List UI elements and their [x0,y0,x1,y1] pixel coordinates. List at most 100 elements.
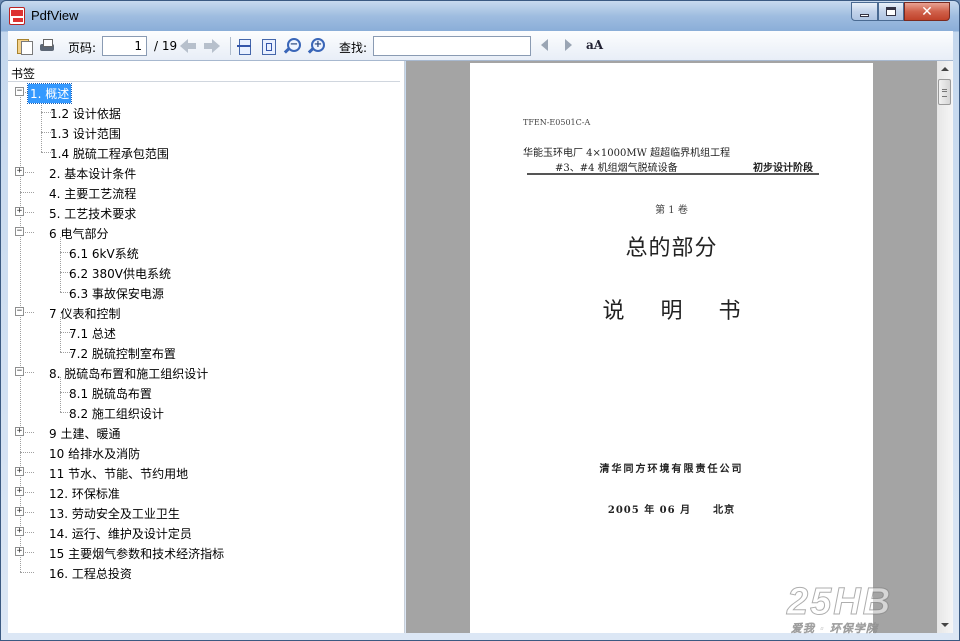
doc-phase: 初步设计阶段 [753,163,813,174]
doc-title: 总的部分 [625,236,718,261]
bookmark-label: 1.3 设计范围 [50,127,121,141]
expand-icon[interactable]: + [15,467,24,476]
bookmark-item[interactable]: −1. 概述 [8,82,398,104]
bookmark-item[interactable]: 4. 主要工艺流程 [8,182,398,202]
bookmark-item[interactable]: +9 土建、暖通 [8,422,398,442]
bookmark-item[interactable]: 1.4 脱硫工程承包范围 [8,142,398,162]
bookmark-item[interactable]: − 8. 脱硫岛布置和施工组织设计 [8,362,398,382]
document-viewer[interactable]: TFEN-E0501C-A 华能玉环电厂 4×1000MW 超超临界机组工程 #… [406,61,937,633]
bookmark-item[interactable]: − 7 仪表和控制 [8,302,398,322]
bookmark-item[interactable]: +13. 劳动安全及工业卫生 [8,502,398,522]
doc-project-line2: #3、#4 机组烟气脱硫设备 [555,163,678,174]
bookmark-label: 1.2 设计依据 [50,107,121,121]
bookmark-item[interactable]: +14. 运行、维护及设计定员 [8,522,398,542]
bookmark-item[interactable]: +11 节水、节能、节约用地 [8,462,398,482]
bookmark-label: 6.1 6kV系统 [69,247,139,261]
doc-code: TFEN-E0501C-A [523,118,591,127]
fit-page-icon[interactable] [260,38,276,55]
bookmark-item[interactable]: 1.3 设计范围 [8,122,398,142]
find-prev-icon[interactable] [541,39,548,51]
bookmark-label: 11 节水、节能、节约用地 [49,467,189,481]
doc-date: 2005 年 06 月 北京 [607,505,736,516]
zoom-in-icon[interactable]: + [308,38,325,54]
page-number-input[interactable] [102,36,147,56]
title-bar[interactable]: PdfView ✕ [1,1,959,31]
bookmark-item[interactable]: 1.2 设计依据 [8,102,398,122]
expand-icon[interactable]: + [15,207,24,216]
bookmark-label: 14. 运行、维护及设计定员 [49,527,192,541]
pdf-page: TFEN-E0501C-A 华能玉环电厂 4×1000MW 超超临界机组工程 #… [470,63,873,633]
expand-icon[interactable]: + [15,507,24,516]
open-file-icon[interactable] [16,38,33,55]
bookmark-item[interactable]: − 6 电气部分 [8,222,398,242]
print-icon[interactable] [39,38,55,54]
bookmark-item[interactable]: 7.2 脱硫控制室布置 [8,342,398,362]
bookmark-item[interactable]: +5. 工艺技术要求 [8,202,398,222]
expand-icon[interactable]: + [15,487,24,496]
collapse-icon[interactable]: − [15,307,24,316]
bookmark-item[interactable]: +12. 环保标准 [8,482,398,502]
scroll-up-icon[interactable] [937,61,953,77]
bookmark-label: 12. 环保标准 [49,487,120,501]
bookmark-item[interactable]: 8.1 脱硫岛布置 [8,382,398,402]
bookmark-item[interactable]: 6.1 6kV系统 [8,242,398,262]
bookmark-label: 4. 主要工艺流程 [49,187,137,201]
bookmark-item[interactable]: 6.2 380V供电系统 [8,262,398,282]
bookmark-label: 16. 工程总投资 [49,567,132,581]
next-page-icon[interactable] [204,39,220,53]
find-label: 查找: [339,41,368,55]
scroll-down-icon[interactable] [937,617,953,633]
bookmark-item[interactable]: 16. 工程总投资 [8,562,398,582]
doc-rule [527,173,819,175]
bookmark-label: 13. 劳动安全及工业卫生 [49,507,180,521]
prev-page-icon[interactable] [180,39,196,53]
bookmark-item[interactable]: 8.2 施工组织设计 [8,402,398,422]
tree-connector [20,572,34,573]
bookmark-label: 9 土建、暖通 [49,427,121,441]
match-case-icon[interactable]: aA [586,38,603,52]
doc-company: 清华同方环境有限责任公司 [599,464,744,475]
bookmark-label: 7 仪表和控制 [49,307,121,321]
find-input[interactable] [373,36,531,56]
bookmark-item[interactable]: 10 给排水及消防 [8,442,398,462]
find-next-icon[interactable] [565,39,572,51]
bookmark-label: 8. 脱硫岛布置和施工组织设计 [49,367,209,381]
maximize-button[interactable] [878,2,904,21]
close-button[interactable]: ✕ [904,2,950,21]
scroll-thumb[interactable] [938,79,951,105]
bookmark-label: 2. 基本设计条件 [49,167,137,181]
bookmark-item[interactable]: 6.3 事故保安电源 [8,282,398,302]
expand-icon[interactable]: + [15,547,24,556]
bookmark-item[interactable]: +15 主要烟气参数和技术经济指标 [8,542,398,562]
vertical-scrollbar[interactable] [937,61,953,633]
collapse-icon[interactable]: − [15,367,24,376]
doc-volume: 第 1 卷 [655,205,688,216]
expand-icon[interactable]: + [15,527,24,536]
fit-width-icon[interactable] [236,38,252,55]
toolbar: 页码: / 19 − + 查找: aA [8,31,953,61]
bookmark-item[interactable]: +2. 基本设计条件 [8,162,398,182]
expand-icon[interactable]: + [15,167,24,176]
zoom-out-icon[interactable]: − [284,38,301,54]
bookmark-label: 7.1 总述 [69,327,116,341]
app-window: PdfView ✕ 页码: / 19 − + 查找: aA 书签 −1. 概述1… [0,0,960,641]
tree-connector [20,452,34,453]
collapse-icon[interactable]: − [15,87,24,96]
expand-icon[interactable]: + [15,427,24,436]
minimize-icon [860,13,869,17]
close-icon: ✕ [921,3,933,20]
toolbar-divider [230,37,231,55]
bookmark-label: 6.2 380V供电系统 [69,267,172,281]
bookmark-label: 1.4 脱硫工程承包范围 [50,147,169,161]
pdf-app-icon [9,7,25,25]
minimize-button[interactable] [851,2,878,21]
bookmark-label: 1. 概述 [26,83,73,104]
page-total: / 19 [154,39,178,53]
bookmark-label: 6 电气部分 [49,227,109,241]
page-label: 页码: [68,41,97,55]
bookmarks-panel: 书签 −1. 概述 1.2 设计依据 1.3 设计范围 1.4 脱硫工程承包范围 +2.… [8,61,405,633]
bookmark-label: 8.1 脱硫岛布置 [69,387,152,401]
bookmark-label: 8.2 施工组织设计 [69,407,164,421]
bookmark-item[interactable]: 7.1 总述 [8,322,398,342]
collapse-icon[interactable]: − [15,227,24,236]
